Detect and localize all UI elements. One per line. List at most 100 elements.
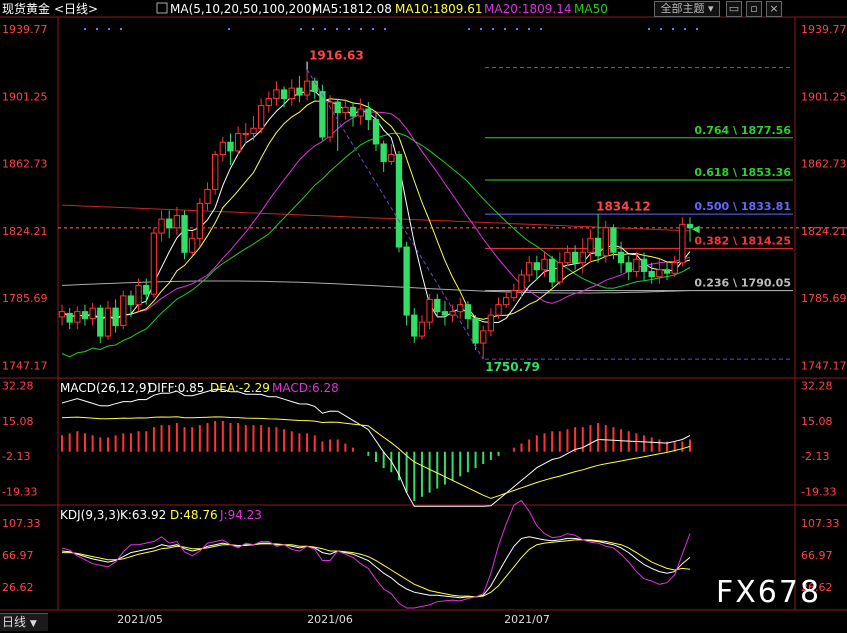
candle-body [464, 304, 472, 320]
price-axis-label-right: 1901.25 [801, 90, 847, 103]
price-axis-label-right: 1747.17 [801, 359, 847, 372]
candle-body [571, 251, 579, 264]
candle-body [541, 258, 548, 271]
candle-body [617, 251, 625, 264]
close-icon: × [769, 2, 779, 15]
theme-selector-button[interactable]: 全部主题 ▾ [654, 1, 720, 17]
candle-body [81, 311, 89, 320]
fib-level-label: 0.382 \ 1814.25 [694, 234, 791, 247]
candle-body [58, 311, 66, 318]
header-ma-label: MA(5,10,20,50,100,200) [170, 2, 316, 16]
candle-body [250, 127, 257, 135]
macd-value: MACD:6.28 [272, 381, 339, 395]
candle-body [349, 106, 357, 117]
candle-body [503, 297, 510, 306]
window-restore-button[interactable]: ▫ [746, 1, 762, 17]
kdj-d-line [62, 539, 691, 598]
fib-level-label: 0.618 \ 1853.36 [694, 166, 791, 179]
candle-body [510, 290, 518, 299]
candle-body [273, 89, 280, 100]
candle-body [533, 262, 541, 271]
price-axis-label-left: 1747.17 [2, 359, 48, 372]
candle-body [487, 314, 495, 332]
top-dot-marker [84, 28, 86, 30]
chevron-down-icon: ▾ [707, 2, 714, 15]
top-dot-marker [660, 28, 662, 30]
top-dot-marker [312, 28, 314, 30]
kdj-j-value: J:94.23 [219, 508, 262, 522]
candle-body [365, 108, 372, 121]
kdj-axis-label-left: 26.62 [2, 581, 34, 594]
top-dot-marker [516, 28, 518, 30]
macd-axis-label-right: 15.08 [801, 415, 833, 428]
fib-level-label: 0.764 \ 1877.56 [694, 124, 791, 137]
candle-body [242, 133, 249, 136]
top-dot-marker [504, 28, 506, 30]
price-axis-label-right: 1939.77 [801, 23, 847, 36]
candle-body [472, 318, 479, 344]
macd-axis-label-right: -19.33 [801, 485, 836, 498]
header-instrument: 现货黄金 [2, 1, 50, 16]
top-dot-marker [528, 28, 530, 30]
price-axis-label-left: 1939.77 [2, 23, 48, 36]
candle-body [411, 314, 418, 337]
candle-body [418, 321, 426, 337]
candle-body [602, 227, 609, 257]
top-dot-marker [360, 28, 362, 30]
candle-body [150, 232, 158, 295]
top-dot-marker [228, 28, 230, 30]
window-minimize-button[interactable]: ▭ [726, 1, 742, 17]
candle-body [288, 87, 295, 100]
price-axis-label-right: 1824.21 [801, 225, 847, 238]
candle-body [234, 133, 242, 152]
header-period: <日线> [54, 2, 98, 16]
candle-body [610, 227, 617, 253]
candle-body [143, 284, 150, 295]
kdj-axis-label-right: 107.33 [801, 517, 840, 530]
candle-body [679, 223, 686, 264]
restore-icon: ▫ [750, 2, 758, 15]
period-tab-label: 日线 [2, 615, 27, 629]
candle-body [204, 188, 211, 204]
candle-body [219, 141, 227, 155]
top-dot-marker [684, 28, 686, 30]
window-close-button[interactable]: × [766, 1, 782, 17]
period-tab[interactable]: 日线 ▼ [0, 613, 48, 631]
macd-diff-value: DIFF:0.85 [148, 381, 204, 395]
macd-axis-label-right: -2.13 [801, 450, 829, 463]
candle-body [257, 105, 265, 129]
top-dot-marker [348, 28, 350, 30]
candle-body [441, 311, 449, 316]
time-axis-label: 2021/07 [504, 613, 550, 626]
watermark: FX678 [716, 575, 822, 610]
candle-body [663, 269, 671, 274]
candle-body [319, 91, 326, 138]
candle-body [196, 202, 204, 239]
kdj-k-line [61, 536, 691, 599]
candle-body [158, 218, 165, 234]
candle-body [181, 215, 188, 253]
top-dot-marker [336, 28, 338, 30]
last-price-arrow-icon: ◀ [692, 224, 700, 235]
top-dot-marker [540, 28, 542, 30]
time-axis-label: 2021/06 [307, 613, 353, 626]
fib-level-label: 0.236 \ 1790.05 [694, 277, 791, 290]
candle-body [525, 262, 533, 276]
candle-body [173, 215, 181, 229]
candle-body [395, 153, 403, 248]
candle-body [518, 274, 525, 292]
price-axis-label-right: 1862.73 [801, 158, 847, 171]
candle-body [189, 237, 196, 253]
candle-body [426, 298, 433, 323]
time-axis-label: 2021/05 [117, 613, 163, 626]
macd-title: MACD(26,12,9) [60, 381, 151, 395]
candle-body [587, 237, 594, 253]
candle-body [380, 143, 387, 162]
candle-body [357, 108, 364, 117]
low-annotation: 1750.79 [485, 360, 540, 374]
candle-body [127, 295, 135, 306]
top-dot-marker [468, 28, 470, 30]
candle-body [594, 237, 602, 257]
candle-body [66, 312, 73, 323]
candle-body [211, 153, 219, 190]
